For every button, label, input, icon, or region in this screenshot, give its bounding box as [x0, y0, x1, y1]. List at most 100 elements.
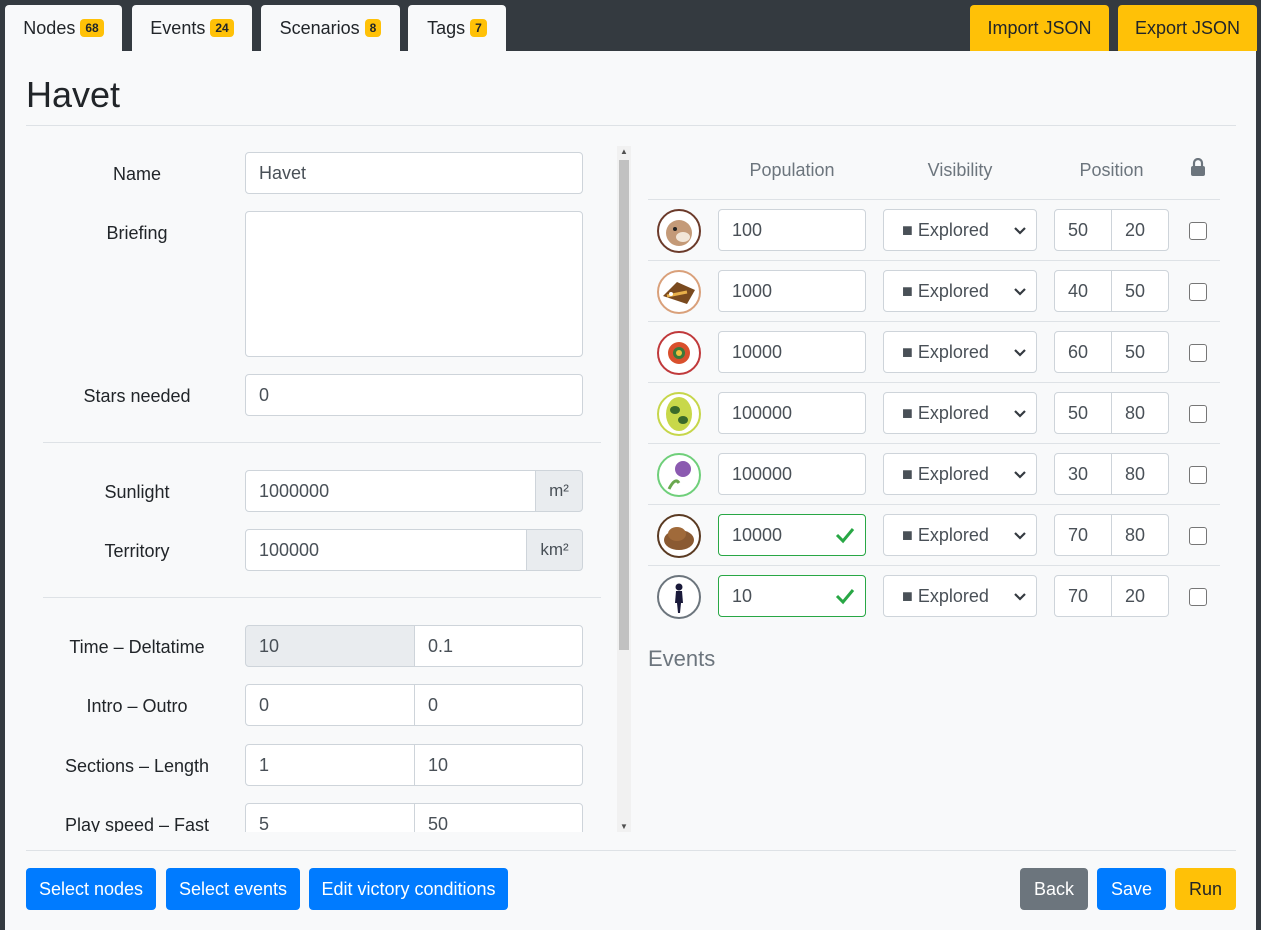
count-badge: 68 [80, 19, 104, 37]
visibility-header: Visibility [927, 160, 993, 180]
import-json-button[interactable]: Import JSON [970, 5, 1109, 51]
table-row: 100000 ■ Explored 50 80 [648, 382, 1220, 443]
outro-input[interactable]: 0 [414, 684, 583, 726]
visibility-select[interactable]: ■ Explored [883, 514, 1037, 556]
form-scrollbar[interactable]: ▲ ▼ [617, 146, 631, 832]
visibility-select[interactable]: ■ Explored [883, 575, 1037, 617]
seaweed-icon [657, 392, 701, 436]
export-json-button[interactable]: Export JSON [1118, 5, 1257, 51]
tab-tags[interactable]: Tags 7 [408, 5, 506, 51]
sunlight-input[interactable]: 1000000 [245, 470, 536, 512]
position-y-input[interactable]: 50 [1111, 331, 1169, 373]
position-x-input[interactable]: 70 [1054, 514, 1112, 556]
intro-input[interactable]: 0 [245, 684, 415, 726]
briefing-textarea[interactable] [245, 211, 583, 357]
tab-label: Nodes [23, 17, 76, 38]
position-x-input[interactable]: 50 [1054, 392, 1112, 434]
edit-victory-conditions-button[interactable]: Edit victory conditions [309, 868, 508, 910]
visibility-value: ■ Explored [902, 280, 989, 301]
select-events-button[interactable]: Select events [166, 868, 300, 910]
population-input[interactable]: 100 [718, 209, 866, 251]
population-header: Population [749, 160, 835, 180]
rock-icon [657, 514, 701, 558]
otter-icon [657, 209, 701, 253]
valid-check-icon [835, 586, 855, 606]
population-input[interactable]: 10000 [718, 514, 866, 556]
position-y-input[interactable]: 20 [1111, 209, 1169, 251]
visibility-value: ■ Explored [902, 219, 989, 240]
stars-input[interactable]: 0 [245, 374, 583, 416]
scroll-down-icon[interactable]: ▼ [620, 822, 628, 831]
position-x-input[interactable]: 40 [1054, 270, 1112, 312]
human-icon [657, 575, 701, 619]
sections-input[interactable]: 1 [245, 744, 415, 786]
save-button[interactable]: Save [1097, 868, 1166, 910]
run-button[interactable]: Run [1175, 868, 1236, 910]
select-nodes-button[interactable]: Select nodes [26, 868, 156, 910]
population-input[interactable]: 1000 [718, 270, 866, 312]
tab-events[interactable]: Events 24 [132, 5, 252, 51]
lock-checkbox[interactable] [1189, 466, 1207, 484]
fish-icon [657, 270, 701, 314]
length-input[interactable]: 10 [414, 744, 583, 786]
time-input: 10 [245, 625, 415, 667]
population-input[interactable]: 10000 [718, 331, 866, 373]
territory-input[interactable]: 100000 [245, 529, 527, 571]
tab-scenarios[interactable]: Scenarios 8 [261, 5, 400, 51]
table-row: 1000 ■ Explored 40 50 [648, 260, 1220, 321]
position-x-input[interactable]: 30 [1054, 453, 1112, 495]
name-label: Name [112, 164, 161, 184]
visibility-select[interactable]: ■ Explored [883, 392, 1037, 434]
population-input[interactable]: 100000 [718, 392, 866, 434]
visibility-select[interactable]: ■ Explored [883, 331, 1037, 373]
position-y-input[interactable]: 50 [1111, 270, 1169, 312]
visibility-select[interactable]: ■ Explored [883, 453, 1037, 495]
page-title: Havet [26, 74, 121, 115]
unit-addon: m² [535, 470, 583, 512]
position-y-input[interactable]: 80 [1111, 392, 1169, 434]
position-y-input[interactable]: 80 [1111, 514, 1169, 556]
divider [26, 125, 1236, 126]
stars-label: Stars needed [83, 386, 191, 406]
intro-label: Intro – Outro [86, 696, 188, 716]
lock-checkbox[interactable] [1189, 222, 1207, 240]
scroll-up-icon[interactable]: ▲ [620, 147, 628, 156]
position-y-input[interactable]: 20 [1111, 575, 1169, 617]
events-heading: Events [648, 646, 716, 671]
lock-checkbox[interactable] [1189, 405, 1207, 423]
position-x-input[interactable]: 50 [1054, 209, 1112, 251]
position-header: Position [1079, 160, 1144, 180]
visibility-select[interactable]: ■ Explored [883, 270, 1037, 312]
top-bar: Nodes 68 Events 24 Scenarios 8 Tags 7 Im… [0, 0, 1261, 51]
visibility-value: ■ Explored [902, 585, 989, 606]
fast-input[interactable]: 50 [414, 803, 583, 832]
time-label: Time – Deltatime [69, 637, 205, 657]
table-row: 10 ■ Explored 70 20 [648, 565, 1220, 626]
back-button[interactable]: Back [1020, 868, 1088, 910]
visibility-select[interactable]: ■ Explored [883, 209, 1037, 251]
scroll-thumb[interactable] [619, 160, 629, 650]
deltatime-input[interactable]: 0.1 [414, 625, 583, 667]
briefing-label: Briefing [106, 223, 168, 243]
lock-checkbox[interactable] [1189, 283, 1207, 301]
position-x-input[interactable]: 70 [1054, 575, 1112, 617]
count-badge: 24 [210, 19, 234, 37]
chevron-down-icon [1014, 281, 1026, 302]
play-speed-input[interactable]: 5 [245, 803, 415, 832]
tab-nodes[interactable]: Nodes 68 [5, 5, 122, 51]
table-row: 10000 ■ Explored 60 50 [648, 321, 1220, 382]
tab-label: Scenarios [279, 17, 360, 38]
chevron-down-icon [1014, 525, 1026, 546]
lock-checkbox[interactable] [1189, 588, 1207, 606]
population-input[interactable]: 10 [718, 575, 866, 617]
position-x-input[interactable]: 60 [1054, 331, 1112, 373]
speed-label: Play speed – Fast [64, 815, 210, 832]
population-input[interactable]: 100000 [718, 453, 866, 495]
name-input[interactable]: Havet [245, 152, 583, 194]
tab-label: Tags [427, 17, 466, 38]
position-y-input[interactable]: 80 [1111, 453, 1169, 495]
lock-checkbox[interactable] [1189, 344, 1207, 362]
lock-checkbox[interactable] [1189, 527, 1207, 545]
main-panel: Havet Name Havet Briefing Stars needed 0… [5, 51, 1256, 930]
chevron-down-icon [1014, 403, 1026, 424]
